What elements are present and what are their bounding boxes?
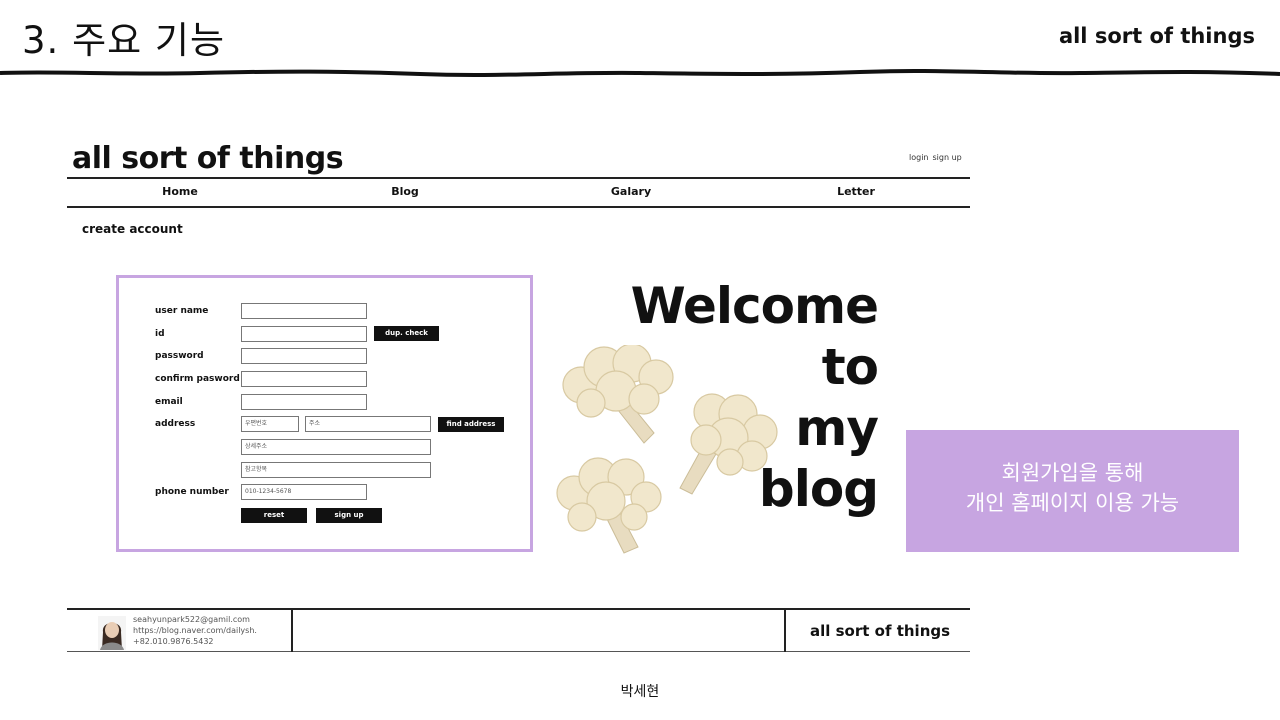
confirm-password-field[interactable]	[241, 371, 367, 387]
footer-divider	[291, 610, 293, 652]
footer-email[interactable]: seahyunpark522@gamil.com	[133, 614, 257, 625]
password-field[interactable]	[241, 348, 367, 364]
dup-check-button[interactable]: dup. check	[374, 326, 439, 341]
nav-blog[interactable]: Blog	[391, 185, 419, 198]
nav-home[interactable]: Home	[162, 185, 198, 198]
callout-line: 회원가입을 통해	[1001, 461, 1144, 485]
phone-field[interactable]: 010-1234-5678	[241, 484, 367, 500]
author-name: 박세현	[620, 684, 660, 700]
welcome-line: my	[795, 399, 879, 457]
slide-brand: all sort of things	[1058, 24, 1255, 48]
footer-brand: all sort of things	[810, 622, 951, 640]
welcome-heading: Welcome to my blog	[630, 276, 879, 520]
main-nav: Home Blog Galary Letter	[67, 177, 970, 208]
postcode-field[interactable]: 우편번호	[241, 416, 299, 432]
email-field[interactable]	[241, 394, 367, 410]
id-label: id	[155, 329, 165, 339]
welcome-line: to	[821, 338, 879, 396]
footer-divider	[784, 610, 786, 652]
auth-links: login sign up	[909, 153, 966, 162]
page-heading: create account	[82, 222, 183, 236]
welcome-line: blog	[758, 460, 879, 518]
username-label: user name	[155, 306, 209, 316]
detail-address-field[interactable]: 상세주소	[241, 439, 431, 455]
footer-phone: +82.010.9876.5432	[133, 637, 214, 646]
address-field[interactable]: 주소	[305, 416, 431, 432]
extra-address-field[interactable]: 참고항목	[241, 462, 431, 478]
phone-label: phone number	[155, 487, 229, 497]
slide-title: 3. 주요 기능	[22, 19, 225, 62]
find-address-button[interactable]: find address	[438, 417, 504, 432]
nav-galary[interactable]: Galary	[611, 185, 651, 198]
id-field[interactable]	[241, 326, 367, 342]
feature-callout: 회원가입을 통해 개인 홈페이지 이용 가능	[906, 430, 1239, 552]
reset-button[interactable]: reset	[241, 508, 307, 523]
callout-line: 개인 홈페이지 이용 가능	[965, 491, 1180, 515]
site-logo[interactable]: all sort of things	[72, 141, 344, 176]
email-label: email	[155, 397, 183, 407]
footer-blog-link[interactable]: https://blog.naver.com/dailysh.	[133, 625, 257, 636]
signup-link[interactable]: sign up	[933, 153, 962, 162]
password-label: password	[155, 351, 204, 361]
address-label: address	[155, 419, 196, 429]
site-footer: seahyunpark522@gamil.com https://blog.na…	[67, 608, 970, 652]
confirm-password-label: confirm pasword	[155, 374, 240, 384]
username-field[interactable]	[241, 303, 367, 319]
signup-button[interactable]: sign up	[316, 508, 382, 523]
welcome-line: Welcome	[630, 277, 879, 335]
login-link[interactable]: login	[909, 153, 929, 162]
avatar	[98, 616, 126, 650]
signup-form-frame: user name id dup. check password confirm…	[116, 275, 533, 552]
contact-info: seahyunpark522@gamil.com https://blog.na…	[133, 614, 257, 647]
nav-letter[interactable]: Letter	[837, 185, 875, 198]
header-divider	[0, 69, 1280, 77]
